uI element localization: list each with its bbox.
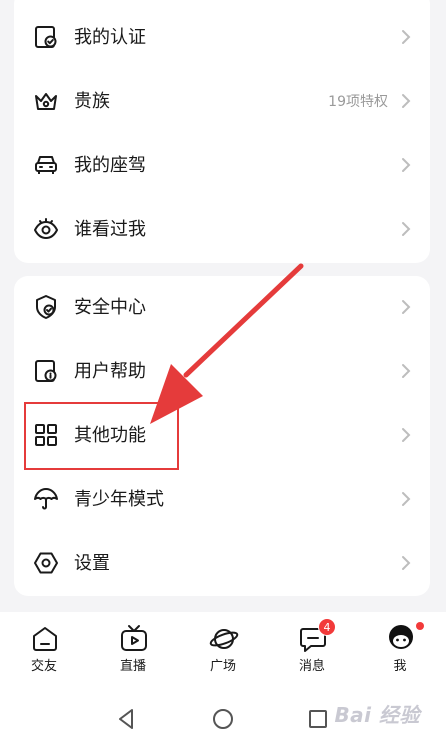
- bottom-tab-bar: 交友 直播 广场 4 消息 我: [0, 612, 446, 694]
- menu-item-label: 我的座驾: [74, 155, 146, 176]
- tv-play-icon: [119, 624, 149, 654]
- umbrella-icon: [33, 486, 59, 512]
- tab-label: 交友: [30, 659, 57, 674]
- menu-item-label: 谁看过我: [74, 219, 146, 240]
- menu-item-security-center[interactable]: 安全中心: [14, 276, 430, 340]
- menu-item-nobility[interactable]: 贵族 19项特权: [14, 70, 430, 134]
- home-icon: [30, 624, 60, 654]
- menu-item-label: 用户帮助: [74, 361, 146, 382]
- menu-item-label: 安全中心: [74, 297, 146, 318]
- tab-label: 广场: [209, 659, 236, 674]
- crown-icon: [33, 88, 59, 114]
- tab-label: 我: [393, 659, 407, 674]
- help-document-icon: [33, 358, 59, 384]
- eye-icon: [33, 216, 59, 242]
- menu-item-car[interactable]: 我的座驾: [14, 134, 430, 198]
- tab-label: 消息: [298, 659, 325, 674]
- tab-square[interactable]: 广场: [185, 620, 261, 686]
- menu-card-1: 我的认证 贵族 19项特权 我的座驾 谁看过我: [14, 0, 430, 263]
- avatar-icon: [386, 624, 416, 654]
- certification-icon: [33, 24, 59, 50]
- tab-messages[interactable]: 4 消息: [274, 618, 350, 686]
- menu-item-certification[interactable]: 我的认证: [14, 6, 430, 70]
- back-icon[interactable]: [113, 706, 139, 732]
- unread-badge: 4: [318, 618, 336, 636]
- tab-me[interactable]: 我: [362, 620, 438, 686]
- chevron-right-icon: [400, 220, 412, 238]
- watermark: Bai 经验: [334, 703, 420, 727]
- notification-dot: [416, 622, 424, 630]
- chevron-right-icon: [400, 490, 412, 508]
- menu-item-settings[interactable]: 设置: [14, 532, 430, 596]
- chevron-right-icon: [400, 28, 412, 46]
- chevron-right-icon: [400, 554, 412, 572]
- chevron-right-icon: [400, 298, 412, 316]
- menu-item-visitors[interactable]: 谁看过我: [14, 198, 430, 262]
- menu-item-label: 我的认证: [74, 27, 146, 48]
- planet-icon: [209, 624, 239, 654]
- menu-item-user-help[interactable]: 用户帮助: [14, 340, 430, 404]
- privilege-count: 19项特权: [328, 94, 388, 110]
- recents-icon[interactable]: [305, 706, 331, 732]
- home-circle-icon[interactable]: [210, 706, 236, 732]
- chevron-right-icon: [400, 362, 412, 380]
- menu-item-label: 设置: [74, 553, 110, 574]
- chevron-right-icon: [400, 426, 412, 444]
- shield-icon: [33, 294, 59, 320]
- menu-item-teen-mode[interactable]: 青少年模式: [14, 468, 430, 532]
- tab-live[interactable]: 直播: [95, 620, 171, 686]
- system-navigation-bar: Bai 经验: [0, 694, 446, 747]
- tab-label: 直播: [119, 659, 146, 674]
- annotation-highlight-box: [24, 402, 179, 470]
- settings-icon: [33, 550, 59, 576]
- menu-item-label: 贵族: [74, 91, 110, 112]
- tab-friends[interactable]: 交友: [6, 620, 82, 686]
- chevron-right-icon: [400, 92, 412, 110]
- car-icon: [33, 152, 59, 178]
- chevron-right-icon: [400, 156, 412, 174]
- menu-item-label: 青少年模式: [74, 489, 164, 510]
